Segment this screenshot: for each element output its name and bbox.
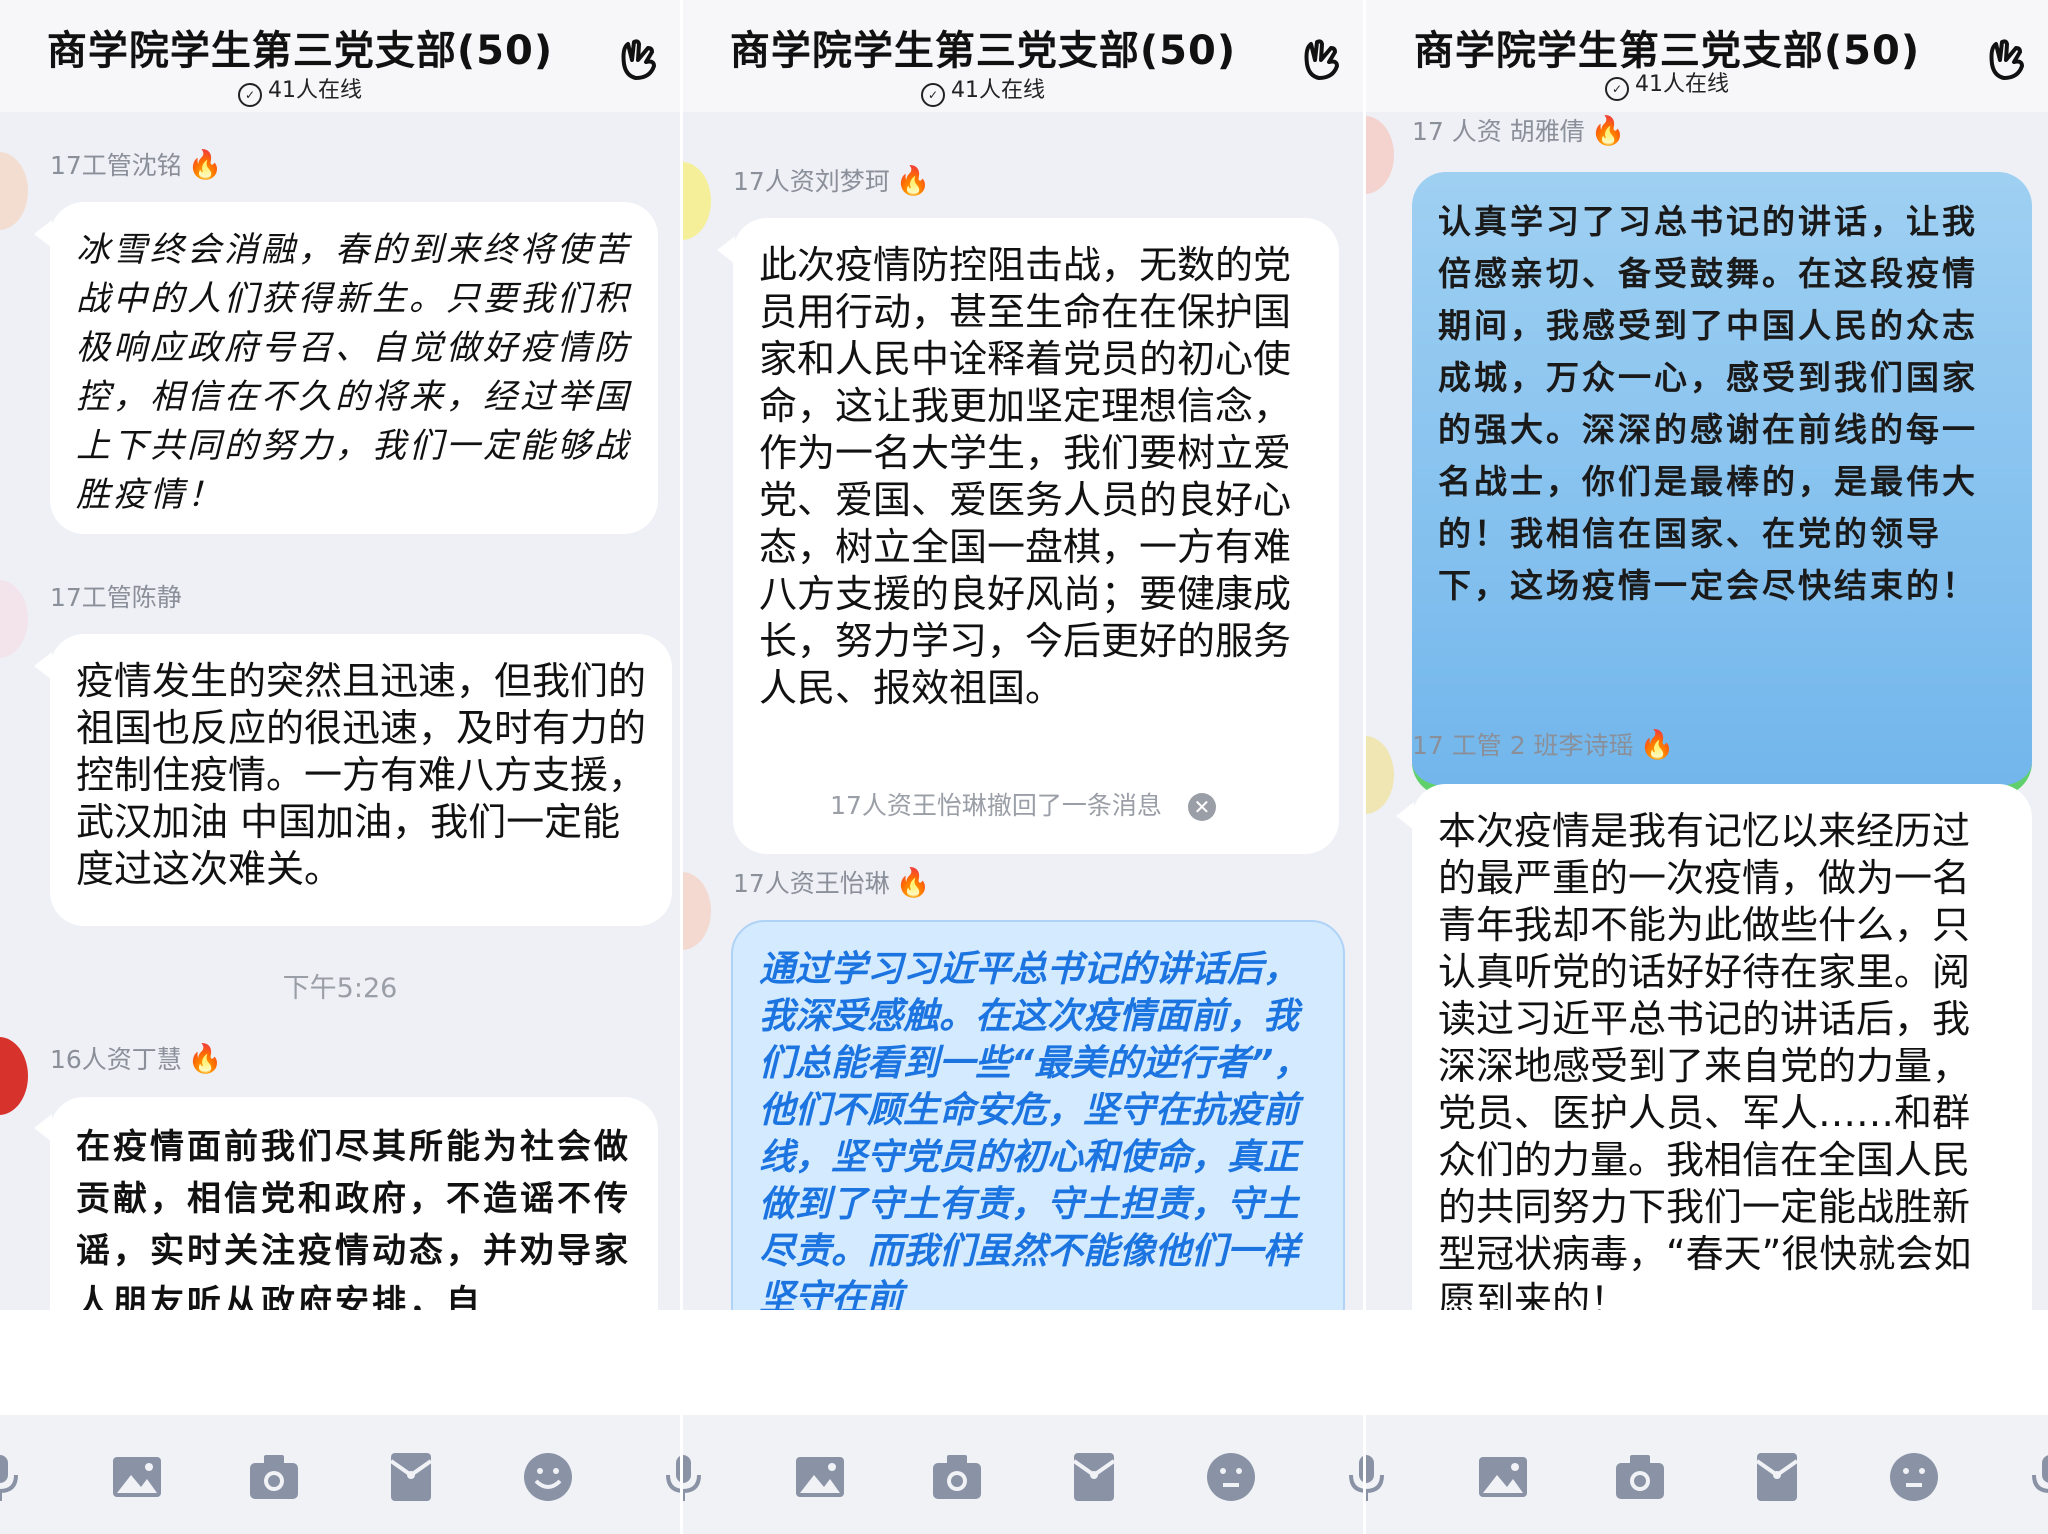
message-bubble[interactable]: 通过学习习近平总书记的讲话后，我深受感触。在这次疫情面前，我们总能看到一些“最美… (731, 920, 1345, 1310)
online-icon: ✓ (238, 83, 262, 107)
input-toolbar (683, 1415, 1363, 1534)
emoji-icon[interactable] (520, 1449, 576, 1505)
chat-header: 商学院学生第三党支部(50) ✓ 41人在线 (0, 0, 680, 112)
avatar[interactable] (0, 152, 28, 230)
emoji-icon[interactable] (1886, 1449, 1942, 1505)
message-list[interactable]: 17人资刘梦珂 🔥 此次疫情防控阻击战，无数的党员用行动，甚至生命在在保护国家和人… (683, 112, 1363, 1310)
group-app-hand-icon[interactable] (1982, 34, 2030, 82)
avatar[interactable] (1366, 116, 1394, 194)
group-title[interactable]: 商学院学生第三党支部(50) (0, 18, 600, 76)
message-bubble[interactable]: 本次疫情是我有记忆以来经历过的最严重的一次疫情，做为一名青年我却不能为此做些什么… (1412, 784, 2032, 1310)
input-toolbar (0, 1415, 680, 1534)
online-count: ✓ 41人在线 (1366, 66, 1968, 101)
chat-header: 商学院学生第三党支部(50) ✓ 41人在线 (1366, 0, 2048, 112)
fire-icon: 🔥 (895, 164, 931, 197)
message-bubble[interactable]: 冰雪终会消融，春的到来终将使苦战中的人们获得新生。只要我们积极响应政府号召、自觉… (50, 202, 658, 534)
chat-panel-3: 商学院学生第三党支部(50) ✓ 41人在线 17 人资 胡雅倩 🔥 认真学习了习总… (1366, 0, 2048, 1534)
message-input-area[interactable] (1366, 1310, 2048, 1415)
message-input-area[interactable] (683, 1310, 1363, 1415)
red-packet-icon[interactable] (383, 1449, 439, 1505)
microphone-icon[interactable] (656, 1449, 680, 1505)
sender-name: 17人资刘梦珂 🔥 (733, 164, 931, 197)
sender-name: 17 人资 胡雅倩 🔥 (1412, 114, 1626, 147)
timestamp: 下午5:26 (282, 973, 398, 1004)
online-count: ✓ 41人在线 (0, 72, 600, 107)
online-icon: ✓ (1605, 77, 1629, 101)
chat-header: 商学院学生第三党支部(50) ✓ 41人在线 (683, 0, 1363, 112)
message-bubble[interactable]: 此次疫情防控阻击战，无数的党员用行动，甚至生命在在保护国家和人民中诠释着党员的初… (733, 218, 1339, 854)
avatar[interactable] (1366, 736, 1394, 814)
microphone-icon[interactable] (0, 1449, 28, 1505)
chat-panel-2: 商学院学生第三党支部(50) ✓ 41人在线 17人资刘梦珂 🔥 此次疫情防控阻击战… (683, 0, 1363, 1534)
image-icon[interactable] (792, 1449, 848, 1505)
microphone-icon[interactable] (2022, 1449, 2048, 1505)
input-toolbar (1366, 1415, 2048, 1534)
avatar[interactable] (0, 1037, 28, 1115)
avatar[interactable] (683, 872, 711, 950)
microphone-icon[interactable] (1366, 1449, 1394, 1505)
camera-icon[interactable] (929, 1449, 985, 1505)
microphone-icon[interactable] (1339, 1449, 1363, 1505)
fire-icon: 🔥 (1590, 114, 1626, 147)
message-list[interactable]: 17 人资 胡雅倩 🔥 认真学习了习总书记的讲话，让我倍感亲切、备受鼓舞。在这段疫… (1366, 112, 2048, 1310)
sender-name: 16人资丁慧 🔥 (50, 1042, 223, 1075)
fire-icon: 🔥 (187, 1042, 223, 1075)
microphone-icon[interactable] (683, 1449, 711, 1505)
emoji-icon[interactable] (1203, 1449, 1259, 1505)
online-icon: ✓ (921, 83, 945, 107)
message-bubble[interactable]: 在疫情面前我们尽其所能为社会做贡献，相信党和政府，不造谣不传谣，实时关注疫情动态… (50, 1097, 658, 1310)
red-packet-icon[interactable] (1066, 1449, 1122, 1505)
fire-icon: 🔥 (895, 866, 931, 899)
sender-name: 17工管陈静 (50, 583, 182, 612)
fire-icon: 🔥 (1639, 728, 1675, 761)
camera-icon[interactable] (246, 1449, 302, 1505)
group-app-hand-icon[interactable] (1297, 34, 1345, 82)
message-input-area[interactable] (0, 1310, 680, 1415)
group-title[interactable]: 商学院学生第三党支部(50) (683, 18, 1283, 76)
fire-icon: 🔥 (187, 148, 223, 181)
image-icon[interactable] (109, 1449, 165, 1505)
sender-name: 17工管沈铭 🔥 (50, 148, 223, 181)
message-bubble[interactable]: 认真学习了习总书记的讲话，让我倍感亲切、备受鼓舞。在这段疫情期间，我感受到了中国… (1412, 172, 2032, 796)
chat-panel-1: 商学院学生第三党支部(50) ✓ 41人在线 17工管沈铭 🔥 冰雪终会消融，春的到… (0, 0, 680, 1534)
group-app-hand-icon[interactable] (614, 34, 662, 82)
sender-name: 17 工管 2 班李诗瑶 🔥 (1412, 728, 1675, 761)
avatar[interactable] (683, 162, 711, 240)
close-icon[interactable]: ✕ (1187, 793, 1216, 821)
online-count: ✓ 41人在线 (683, 72, 1283, 107)
message-bubble[interactable]: 疫情发生的突然且迅速，但我们的祖国也反应的很迅速，及时有力的控制住疫情。一方有难… (50, 634, 672, 926)
camera-icon[interactable] (1612, 1449, 1668, 1505)
recall-notice: 17人资王怡琳撤回了一条消息 ✕ (683, 786, 1363, 822)
image-icon[interactable] (1475, 1449, 1531, 1505)
sender-name: 17人资王怡琳 🔥 (733, 866, 931, 899)
avatar[interactable] (0, 580, 28, 658)
message-list[interactable]: 17工管沈铭 🔥 冰雪终会消融，春的到来终将使苦战中的人们获得新生。只要我们积极响… (0, 112, 680, 1310)
red-packet-icon[interactable] (1749, 1449, 1805, 1505)
